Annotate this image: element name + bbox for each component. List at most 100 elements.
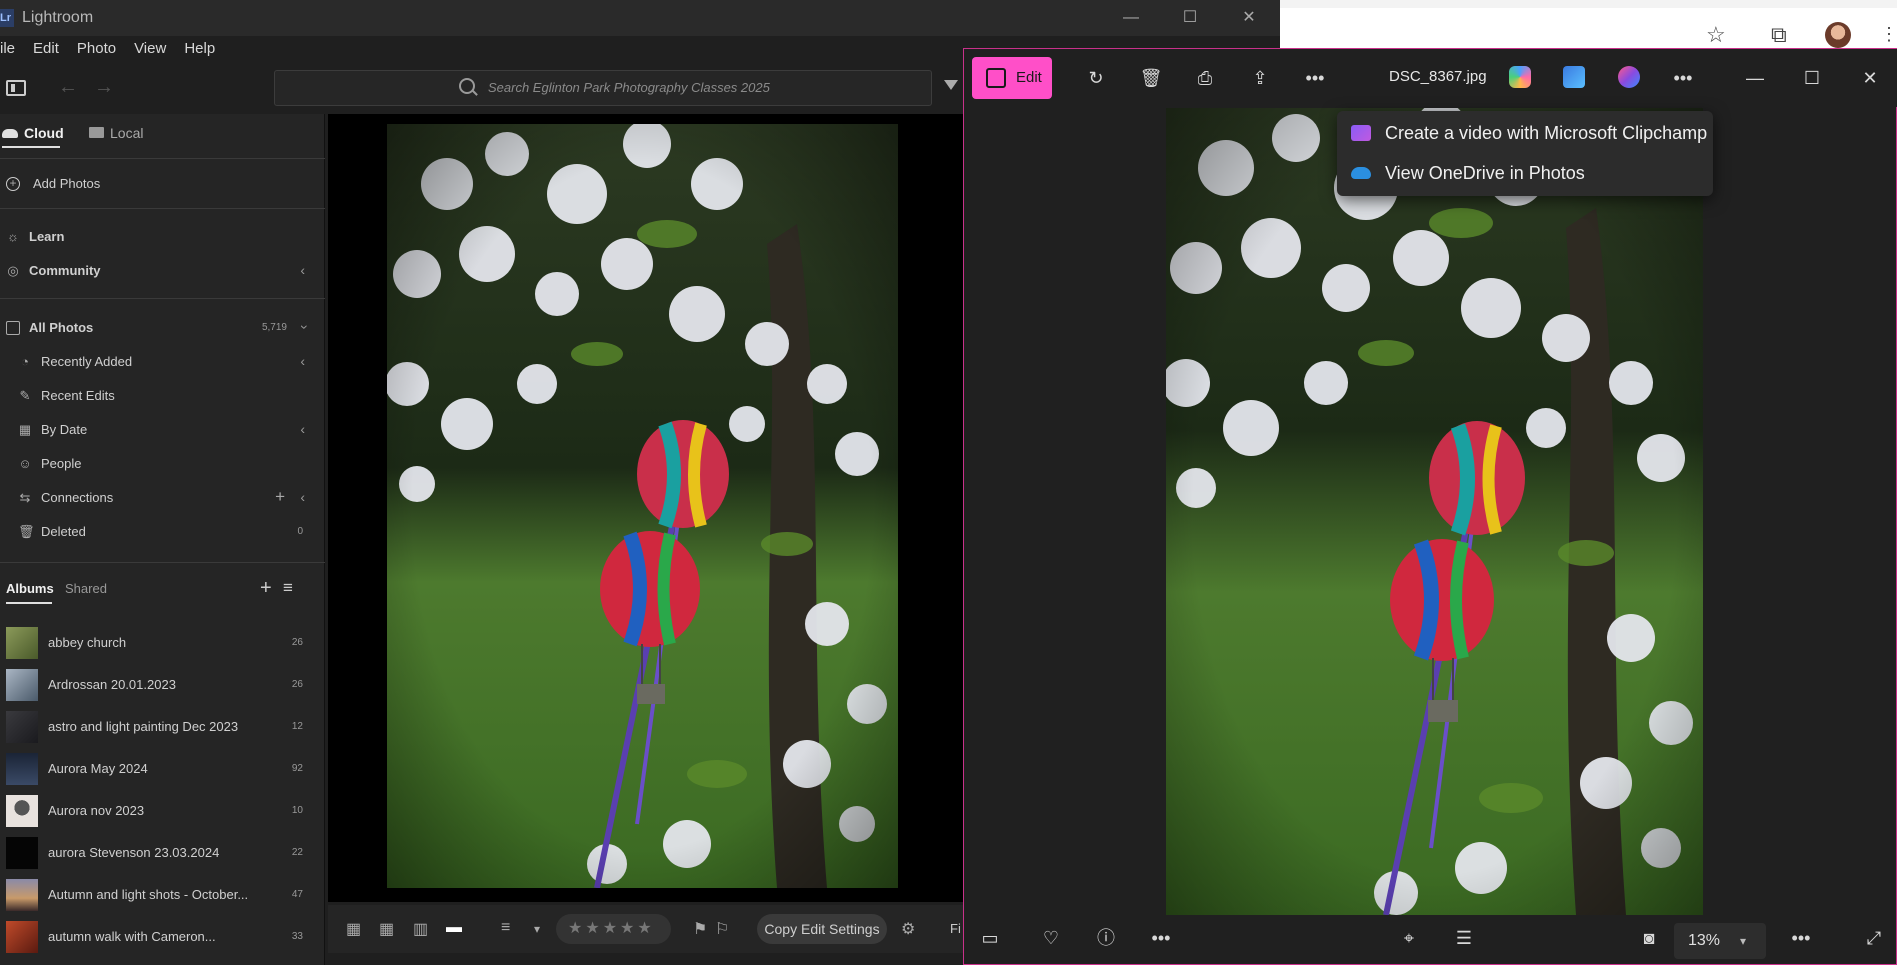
- sidebar-item-learn[interactable]: ☼ Learn: [0, 222, 325, 252]
- album-item[interactable]: Ardrossan 20.01.2023 26: [0, 664, 325, 706]
- learn-label: Learn: [29, 229, 65, 244]
- menu-edit[interactable]: Edit: [33, 36, 59, 64]
- panel-toggle-icon[interactable]: [6, 80, 26, 96]
- album-item[interactable]: abbey church 26: [0, 622, 325, 664]
- copy-edit-settings-button[interactable]: Copy Edit Settings: [757, 914, 887, 944]
- copilot-icon[interactable]: [1509, 66, 1531, 88]
- photo-viewer[interactable]: [1166, 108, 1703, 915]
- tab-albums[interactable]: Albums: [6, 581, 54, 596]
- sort-lines-icon[interactable]: ≡: [501, 919, 510, 937]
- single-view-icon[interactable]: ▬: [446, 919, 462, 937]
- share-icon[interactable]: ⇪: [1248, 67, 1272, 89]
- close-icon[interactable]: ✕: [1858, 67, 1882, 89]
- sort-icon[interactable]: ≡: [283, 578, 293, 598]
- album-item[interactable]: Aurora nov 2023 10: [0, 790, 325, 832]
- grid-large-icon[interactable]: ▦: [379, 919, 394, 939]
- active-tab-underline: [6, 602, 52, 604]
- globe-icon: ◎: [7, 263, 19, 278]
- sidebar-item-people[interactable]: ☺ People: [0, 449, 325, 479]
- reject-flag-icon[interactable]: ⚐: [715, 919, 729, 939]
- delete-icon[interactable]: 🗑: [1139, 67, 1163, 89]
- minimize-icon[interactable]: —: [1743, 67, 1767, 89]
- album-thumbnail: [6, 837, 38, 869]
- info-icon[interactable]: ⓘ: [1094, 927, 1118, 949]
- rating-stars[interactable]: ★★★★★: [556, 914, 671, 944]
- folder-icon: [89, 127, 104, 138]
- by-date-label: By Date: [41, 422, 88, 437]
- minimize-icon[interactable]: —: [1116, 8, 1146, 28]
- close-icon[interactable]: ✕: [1234, 8, 1264, 28]
- fit-to-window-icon[interactable]: ◙: [1637, 927, 1661, 949]
- more-options-icon[interactable]: •••: [1149, 927, 1173, 949]
- add-connection-icon[interactable]: +: [275, 487, 285, 507]
- sidebar-item-community[interactable]: ◎ Community ‹: [0, 256, 325, 286]
- designer-icon[interactable]: [1563, 66, 1585, 88]
- tab-local[interactable]: Local: [89, 125, 143, 141]
- divider: [0, 562, 325, 563]
- grid-small-icon[interactable]: ▦: [346, 919, 361, 939]
- album-item[interactable]: Autumn and light shots - October... 47: [0, 874, 325, 916]
- fullscreen-icon[interactable]: ⤢: [1862, 927, 1886, 949]
- sidebar-item-recently-added[interactable]: ◔ Recently Added ‹: [0, 347, 325, 377]
- album-thumbnail: [6, 921, 38, 953]
- album-item[interactable]: astro and light painting Dec 2023 12: [0, 706, 325, 748]
- album-count: 26: [291, 679, 303, 690]
- more-options-icon[interactable]: •••: [1789, 927, 1813, 949]
- clipchamp-app-icon[interactable]: [1618, 66, 1640, 88]
- gear-icon[interactable]: ⚙: [901, 919, 915, 939]
- zoom-dropdown[interactable]: 13% ▾: [1674, 923, 1766, 959]
- edit-button[interactable]: Edit: [972, 57, 1052, 99]
- visual-search-icon[interactable]: ⌖: [1397, 927, 1421, 949]
- sidebar-item-connections[interactable]: ⇆ Connections + ‹: [0, 483, 325, 513]
- chevron-left-icon[interactable]: ‹: [300, 353, 305, 369]
- tab-cloud[interactable]: Cloud: [2, 125, 64, 141]
- sidebar-item-recent-edits[interactable]: ✎ Recent Edits: [0, 381, 325, 411]
- chevron-down-icon[interactable]: ▾: [534, 922, 540, 936]
- album-count: 92: [291, 763, 303, 774]
- album-label: Aurora May 2024: [48, 761, 148, 776]
- rotate-icon[interactable]: ↻: [1084, 67, 1108, 89]
- more-vertical-icon[interactable]: ⋮: [1880, 24, 1897, 45]
- chevron-down-icon[interactable]: ‹: [295, 325, 311, 330]
- album-item[interactable]: Aurora May 2024 92: [0, 748, 325, 790]
- sidebar-item-all-photos[interactable]: All Photos 5,719 ‹: [0, 313, 325, 343]
- album-item[interactable]: aurora Stevenson 23.03.2024 22: [0, 832, 325, 874]
- sidebar-item-deleted[interactable]: 🗑 Deleted 0: [0, 517, 325, 547]
- divider: [0, 158, 325, 159]
- flag-icon[interactable]: ⚑: [693, 919, 707, 939]
- sidebar-item-by-date[interactable]: ▦ By Date ‹: [0, 415, 325, 445]
- search-input[interactable]: Search Eglinton Park Photography Classes…: [274, 70, 932, 106]
- add-photos-button[interactable]: + Add Photos: [0, 169, 325, 199]
- edit-icon: [986, 68, 1006, 88]
- menu-item-onedrive[interactable]: View OneDrive in Photos: [1337, 153, 1713, 193]
- more-options-icon[interactable]: •••: [1303, 67, 1327, 89]
- avatar[interactable]: [1825, 22, 1851, 48]
- chevron-left-icon[interactable]: ‹: [300, 262, 305, 278]
- menu-view[interactable]: View: [134, 36, 166, 64]
- more-apps-icon[interactable]: •••: [1671, 67, 1695, 89]
- star-bookmark-icon[interactable]: ☆: [1706, 22, 1726, 48]
- print-icon[interactable]: ⎙: [1193, 67, 1217, 89]
- back-arrow-icon[interactable]: ←: [58, 76, 78, 99]
- heart-icon[interactable]: ♡: [1039, 927, 1063, 949]
- onedrive-icon: [1351, 167, 1371, 179]
- extensions-icon[interactable]: ⧉: [1771, 22, 1787, 48]
- menu-file[interactable]: ile: [0, 36, 15, 64]
- text-scan-icon[interactable]: ☰: [1452, 927, 1476, 949]
- chevron-left-icon[interactable]: ‹: [300, 421, 305, 437]
- square-grid-icon[interactable]: ▥: [413, 919, 428, 939]
- divider: [0, 298, 325, 299]
- forward-arrow-icon[interactable]: →: [94, 76, 114, 99]
- album-item[interactable]: autumn walk with Cameron... 33: [0, 916, 325, 958]
- tab-shared[interactable]: Shared: [65, 581, 107, 596]
- filmstrip-icon[interactable]: ▭: [978, 927, 1002, 949]
- menu-item-clipchamp[interactable]: Create a video with Microsoft Clipchamp: [1337, 113, 1713, 153]
- maximize-icon[interactable]: ☐: [1175, 8, 1205, 28]
- main-photo[interactable]: [387, 124, 898, 888]
- maximize-icon[interactable]: ☐: [1800, 67, 1824, 89]
- menu-photo[interactable]: Photo: [77, 36, 116, 64]
- filter-icon[interactable]: [944, 80, 958, 90]
- add-album-icon[interactable]: +: [260, 577, 272, 600]
- menu-help[interactable]: Help: [184, 36, 215, 64]
- chevron-left-icon[interactable]: ‹: [300, 489, 305, 505]
